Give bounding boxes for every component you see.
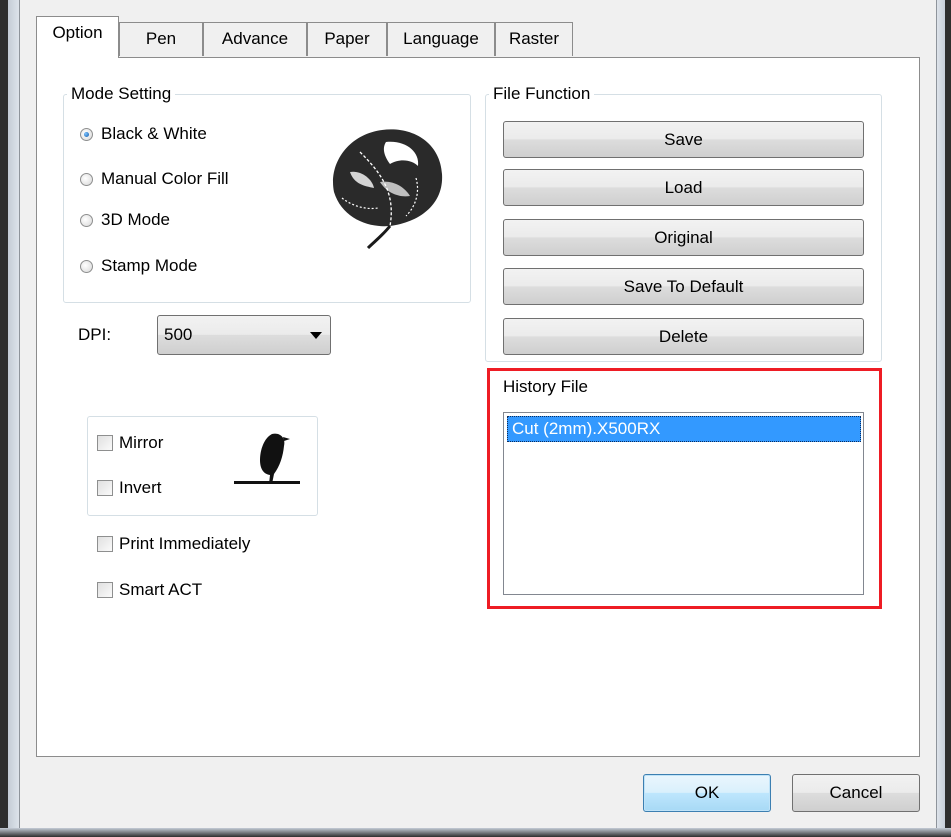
radio-label: 3D Mode <box>101 210 170 229</box>
dpi-select[interactable]: 500 <box>157 315 331 355</box>
checkbox-print-immediately[interactable]: Print Immediately <box>97 534 250 554</box>
button-label: Save To Default <box>623 276 744 296</box>
radio-button[interactable] <box>80 213 93 227</box>
checkbox-smart-act[interactable]: Smart ACT <box>97 580 202 600</box>
radio-stamp-mode[interactable]: Stamp Mode <box>80 256 197 276</box>
radio-black-white[interactable]: Black & White <box>80 124 207 144</box>
radio-manual-color-fill[interactable]: Manual Color Fill <box>80 169 229 189</box>
checkbox-box[interactable] <box>97 435 113 451</box>
cancel-button[interactable]: Cancel <box>792 774 920 812</box>
checkbox-mirror[interactable]: Mirror <box>97 433 163 453</box>
radio-button-checked[interactable] <box>80 127 93 141</box>
radio-label: Manual Color Fill <box>101 169 229 188</box>
button-label: Cancel <box>829 783 883 802</box>
checkbox-box[interactable] <box>97 536 113 552</box>
button-label: Save <box>664 129 703 149</box>
dpi-label: DPI: <box>78 325 112 344</box>
checkbox-box[interactable] <box>97 582 113 598</box>
button-label: OK <box>694 783 720 802</box>
highlight-annotation <box>487 368 882 609</box>
checkbox-box[interactable] <box>97 480 113 496</box>
save-button[interactable]: Save <box>503 121 864 158</box>
radio-button[interactable] <box>80 172 93 186</box>
tab-page-content: Mode Setting Black & White Manual Color … <box>0 0 951 837</box>
chevron-down-icon <box>310 332 322 339</box>
ok-button[interactable]: OK <box>643 774 771 812</box>
delete-button[interactable]: Delete <box>503 318 864 355</box>
bird-icon <box>234 433 300 484</box>
button-label: Original <box>654 227 713 247</box>
radio-3d-mode[interactable]: 3D Mode <box>80 210 170 230</box>
radio-label: Stamp Mode <box>101 256 198 275</box>
save-to-default-button[interactable]: Save To Default <box>503 268 864 305</box>
radio-label: Black & White <box>101 124 207 143</box>
radio-button[interactable] <box>80 259 93 273</box>
file-function-title: File Function <box>493 84 591 103</box>
dpi-value: 500 <box>164 325 193 344</box>
button-label: Load <box>664 177 703 197</box>
checkbox-invert[interactable]: Invert <box>97 478 162 498</box>
checkbox-label: Smart ACT <box>119 580 203 599</box>
original-button[interactable]: Original <box>503 219 864 256</box>
checkbox-label: Print Immediately <box>119 534 251 553</box>
leaf-icon <box>333 129 443 250</box>
button-label: Delete <box>658 326 709 346</box>
checkbox-label: Mirror <box>119 433 164 452</box>
load-button[interactable]: Load <box>503 169 864 206</box>
checkbox-label: Invert <box>119 478 162 497</box>
mode-setting-title: Mode Setting <box>71 84 172 103</box>
